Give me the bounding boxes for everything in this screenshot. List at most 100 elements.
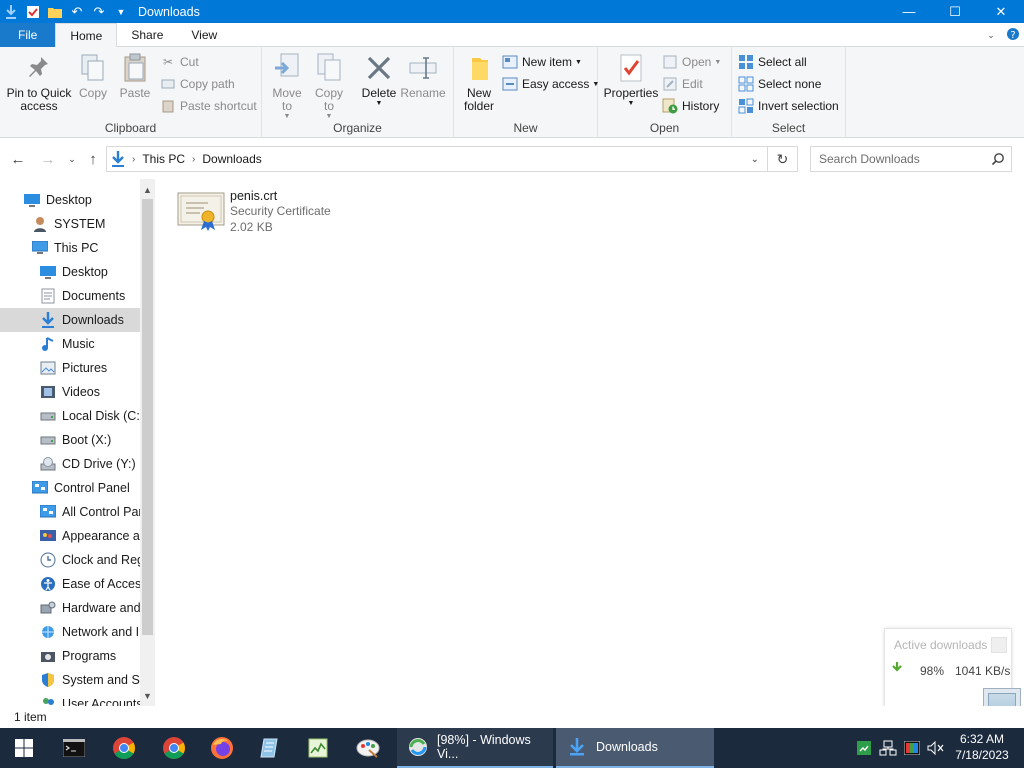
nav-item-label: CD Drive (Y:) H: [62, 457, 140, 471]
task-label: Downloads: [596, 740, 658, 754]
nav-item-ease-of-access[interactable]: Ease of Access: [0, 572, 140, 596]
help-icon[interactable]: ?: [1002, 27, 1024, 44]
start-button[interactable]: [0, 728, 48, 768]
scrollbar-thumb[interactable]: [142, 199, 153, 635]
nav-item-desktop[interactable]: Desktop: [0, 260, 140, 284]
nav-item-desktop[interactable]: Desktop: [0, 188, 140, 212]
paste-shortcut-button[interactable]: Paste shortcut: [160, 96, 257, 116]
nav-item-control-panel[interactable]: Control Panel: [0, 476, 140, 500]
undo-icon[interactable]: ↶: [66, 0, 88, 23]
copy-to-button[interactable]: Copy to ▼: [312, 51, 346, 121]
nav-item-music[interactable]: Music: [0, 332, 140, 356]
paint-app-icon[interactable]: [344, 728, 392, 768]
invert-selection-button[interactable]: Invert selection: [738, 96, 839, 116]
title-bar: ↶ ↷ ▼ Downloads — ☐ ✕: [0, 0, 1024, 23]
chevron-down-icon: ▼: [575, 58, 582, 66]
task-manager-icon[interactable]: [294, 728, 342, 768]
command-prompt-icon[interactable]: [50, 728, 98, 768]
new-folder-button[interactable]: New folder: [460, 51, 498, 113]
new-folder-icon[interactable]: [44, 0, 66, 23]
edit-button[interactable]: Edit: [662, 74, 703, 94]
color-management-icon[interactable]: [902, 739, 922, 757]
copy-button[interactable]: Copy: [76, 51, 110, 100]
nav-item-programs[interactable]: Programs: [0, 644, 140, 668]
history-button[interactable]: History: [662, 96, 719, 116]
nav-item-label: System and Se: [62, 673, 140, 687]
rename-button[interactable]: Rename: [400, 51, 446, 100]
properties-icon[interactable]: [22, 0, 44, 23]
up-arrow-icon[interactable]: ↑: [83, 149, 103, 169]
back-arrow-icon[interactable]: ←: [8, 149, 28, 169]
breadcrumb-downloads[interactable]: Downloads: [202, 152, 261, 166]
tab-share[interactable]: Share: [117, 23, 177, 47]
new-item-button[interactable]: New item ▼: [502, 52, 582, 72]
move-to-button[interactable]: Move to ▼: [270, 51, 304, 121]
search-input[interactable]: Search Downloads: [810, 146, 1012, 172]
open-button[interactable]: Open ▼: [662, 52, 721, 72]
tab-view[interactable]: View: [177, 23, 231, 47]
network-icon[interactable]: [878, 739, 898, 757]
volume-muted-icon[interactable]: [926, 739, 946, 757]
easy-access-button[interactable]: Easy access ▼: [502, 74, 599, 94]
address-history-chevron-icon[interactable]: ⌄: [751, 154, 759, 165]
redo-icon[interactable]: ↷: [88, 0, 110, 23]
forward-arrow-icon[interactable]: →: [38, 149, 58, 169]
task-download-manager[interactable]: [98%] - Windows Vi...: [397, 728, 553, 768]
search-icon[interactable]: [991, 152, 1005, 169]
nav-item-network-and-ir[interactable]: Network and Ir: [0, 620, 140, 644]
nav-item-documents[interactable]: Documents: [0, 284, 140, 308]
tray-app-icon[interactable]: [854, 739, 874, 757]
chrome-icon[interactable]: [100, 728, 148, 768]
nav-item-downloads[interactable]: Downloads: [0, 308, 140, 332]
copy-path-button[interactable]: Copy path: [160, 74, 235, 94]
nav-item-cd-drive-y-h[interactable]: CD Drive (Y:) H: [0, 452, 140, 476]
nav-item-videos[interactable]: Videos: [0, 380, 140, 404]
system-clock[interactable]: 6:32 AM 7/18/2023: [948, 731, 1016, 763]
nav-item-hardware-and[interactable]: Hardware and: [0, 596, 140, 620]
chrome-icon[interactable]: [150, 728, 198, 768]
nav-item-appearance-an[interactable]: Appearance an: [0, 524, 140, 548]
maximize-button[interactable]: ☐: [932, 0, 978, 23]
chevron-down-icon: ▼: [375, 100, 383, 107]
task-downloads-explorer[interactable]: Downloads: [556, 728, 714, 768]
nav-item-system[interactable]: SYSTEM: [0, 212, 140, 236]
breadcrumb-this-pc[interactable]: This PC: [142, 152, 185, 166]
scroll-up-icon[interactable]: ▲: [140, 181, 155, 198]
file-item[interactable]: penis.crt Security Certificate 2.02 KB: [176, 189, 331, 235]
nav-item-pictures[interactable]: Pictures: [0, 356, 140, 380]
nav-pane-scrollbar[interactable]: ▲ ▼: [140, 179, 155, 706]
nav-item-user-accounts[interactable]: User Accounts: [0, 692, 140, 706]
nav-item-this-pc[interactable]: This PC: [0, 236, 140, 260]
cut-button[interactable]: ✂ Cut: [160, 52, 199, 72]
chevron-down-icon[interactable]: ⌄: [980, 30, 1002, 41]
history-icon: [662, 98, 678, 114]
select-all-button[interactable]: Select all: [738, 52, 807, 72]
clock-date: 7/18/2023: [955, 748, 1009, 762]
select-none-button[interactable]: Select none: [738, 74, 821, 94]
customize-chevron-icon[interactable]: ▼: [110, 0, 132, 23]
refresh-icon: ↻: [776, 150, 789, 167]
nav-item-clock-and-regi[interactable]: Clock and Regi: [0, 548, 140, 572]
firefox-icon[interactable]: [198, 728, 246, 768]
address-bar[interactable]: › This PC › Downloads ⌄: [106, 146, 768, 172]
popup-toggle-checkbox[interactable]: [991, 637, 1007, 653]
recent-locations-chevron-icon[interactable]: ⌄: [62, 149, 82, 169]
drive-icon: [40, 408, 56, 424]
nav-item-local-disk-c[interactable]: Local Disk (C:): [0, 404, 140, 428]
clipboard-group: Pin to Quick access Copy Paste ✂ Cut Cop…: [0, 47, 262, 138]
nav-item-system-and-se[interactable]: System and Se: [0, 668, 140, 692]
paste-button[interactable]: Paste: [118, 51, 152, 100]
nav-item-boot-x[interactable]: Boot (X:): [0, 428, 140, 452]
documents-icon: [40, 288, 56, 304]
pin-to-quick-access-button[interactable]: Pin to Quick access: [6, 51, 72, 113]
notes-app-icon[interactable]: [246, 728, 294, 768]
delete-button[interactable]: Delete ▼: [360, 51, 398, 108]
close-button[interactable]: ✕: [978, 0, 1024, 23]
minimize-button[interactable]: —: [886, 0, 932, 23]
tab-home[interactable]: Home: [55, 23, 118, 48]
scroll-down-icon[interactable]: ▼: [140, 687, 155, 704]
nav-item-all-control-par[interactable]: All Control Par: [0, 500, 140, 524]
tab-file[interactable]: File: [0, 23, 56, 47]
properties-button[interactable]: Properties ▼: [604, 51, 658, 108]
refresh-button[interactable]: ↻: [768, 146, 798, 172]
